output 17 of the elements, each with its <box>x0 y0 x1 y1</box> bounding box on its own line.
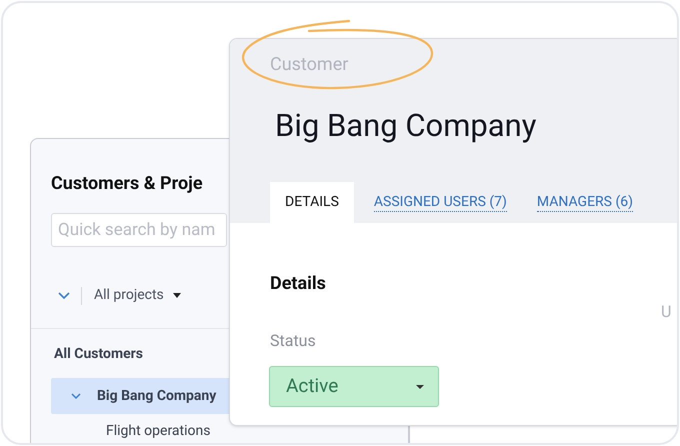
chevron-down-icon[interactable] <box>71 392 81 400</box>
tree-item[interactable]: Flight operations <box>106 423 210 439</box>
project-filter-dropdown[interactable]: All projects <box>94 285 181 306</box>
tab[interactable]: DETAILS <box>270 182 354 223</box>
tab[interactable]: ASSIGNED USERS (7) <box>358 182 522 223</box>
tab[interactable]: MANAGERS (6) <box>522 182 648 223</box>
customer-title: Big Bang Company <box>275 106 536 146</box>
field-label: Status <box>270 330 316 352</box>
chevron-down-icon[interactable] <box>58 292 70 300</box>
search-field[interactable]: Quick search by nam <box>51 213 227 247</box>
caret-down-icon <box>172 293 181 298</box>
panel-title: Customers & Proje <box>51 172 203 196</box>
card-kicker: Customer <box>270 53 348 77</box>
section-heading: Details <box>270 272 326 296</box>
status-dropdown[interactable]: Active <box>269 366 439 407</box>
caret-down-icon <box>416 384 424 388</box>
column-label: U <box>661 301 672 323</box>
